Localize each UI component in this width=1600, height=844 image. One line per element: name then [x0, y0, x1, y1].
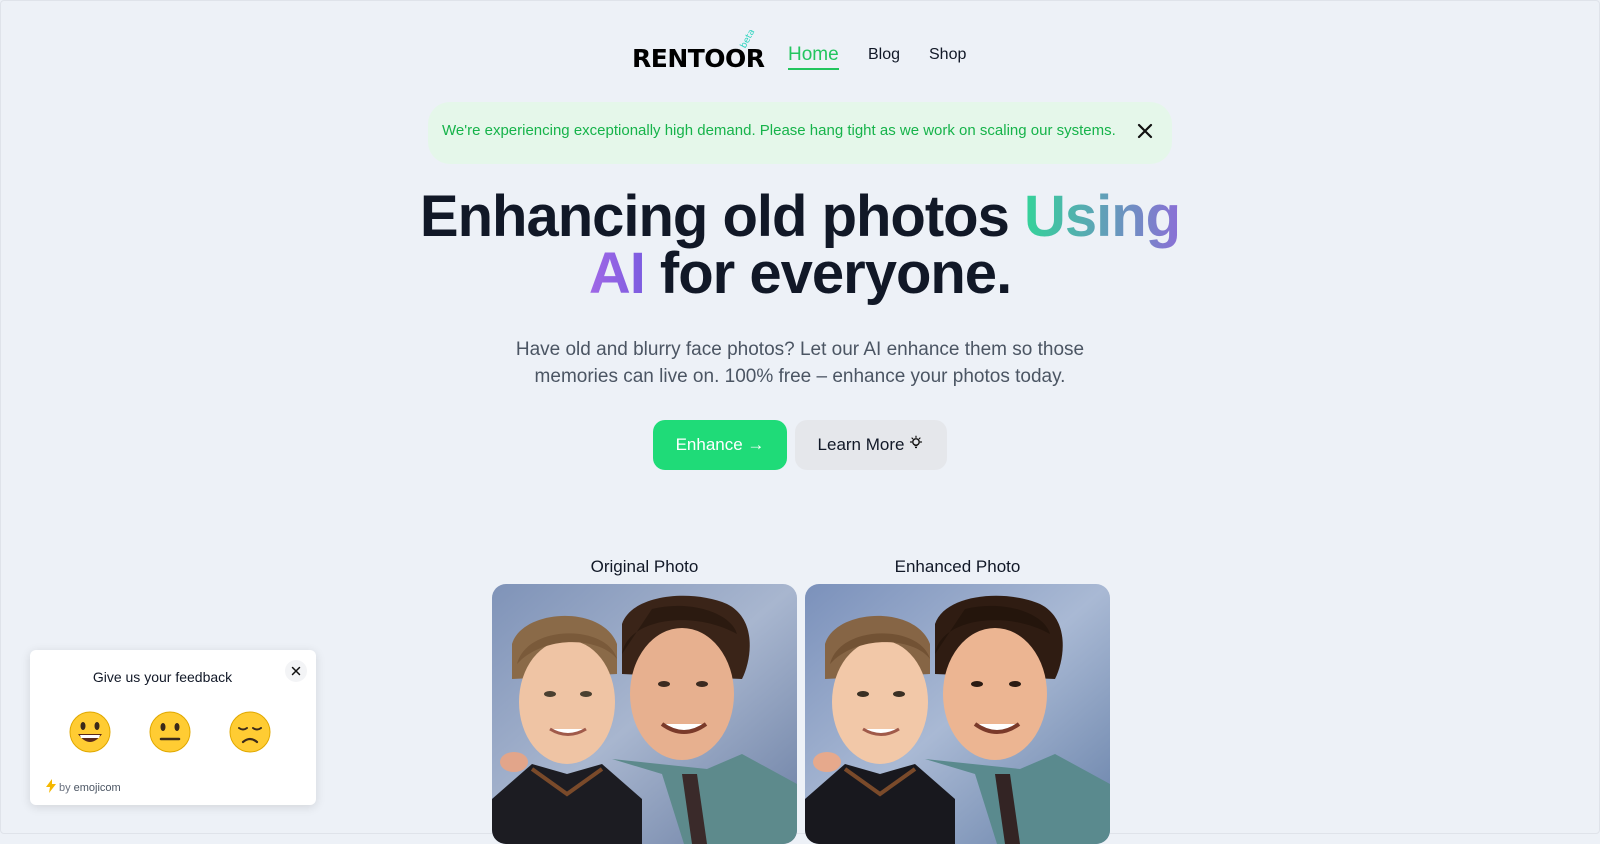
powered-by[interactable]: by emojicom	[46, 779, 121, 796]
lightning-icon	[46, 779, 56, 796]
feedback-widget: Give us your feedback by emojicom	[30, 650, 316, 805]
nav-link-home[interactable]: Home	[788, 44, 839, 70]
title-part1: Enhancing old photos	[419, 184, 1024, 249]
high-demand-banner: We're experiencing exceptionally high de…	[428, 102, 1172, 164]
learn-more-button[interactable]: Learn More	[795, 420, 947, 470]
lightbulb-icon	[908, 435, 924, 456]
by-text: by	[59, 781, 71, 794]
feedback-title: Give us your feedback	[92, 669, 233, 685]
close-icon[interactable]	[1132, 118, 1158, 144]
original-photo-label: Original Photo	[590, 557, 699, 576]
top-nav: RENTOOR beta Home Blog Shop	[0, 28, 1600, 76]
hero-subtitle: Have old and blurry face photos? Let our…	[515, 339, 1085, 387]
enhanced-photo-label: Enhanced Photo	[894, 557, 1021, 576]
learn-more-label: Learn More	[817, 435, 905, 454]
title-part2: for everyone.	[644, 241, 1012, 306]
happy-face-icon[interactable]	[68, 710, 112, 754]
nav-link-shop[interactable]: Shop	[929, 46, 966, 64]
nav-link-blog[interactable]: Blog	[868, 46, 900, 64]
original-photo	[492, 584, 797, 844]
sad-face-icon[interactable]	[228, 710, 272, 754]
banner-message: We're experiencing exceptionally high de…	[442, 122, 1116, 139]
rentoor-logo[interactable]: RENTOOR beta	[632, 28, 765, 73]
hero-title: Enhancing old photos Using AI for everyo…	[0, 188, 1600, 303]
enhanced-photo	[805, 584, 1110, 844]
title-highlight-ai: AI	[588, 241, 646, 306]
enhance-button-label: Enhance →	[675, 435, 765, 454]
neutral-face-icon[interactable]	[148, 710, 192, 754]
enhance-button[interactable]: Enhance →	[653, 420, 787, 470]
title-highlight-using: Using	[1023, 184, 1181, 249]
close-icon[interactable]	[285, 660, 307, 682]
emojicom-brand: emojicom	[73, 781, 121, 794]
